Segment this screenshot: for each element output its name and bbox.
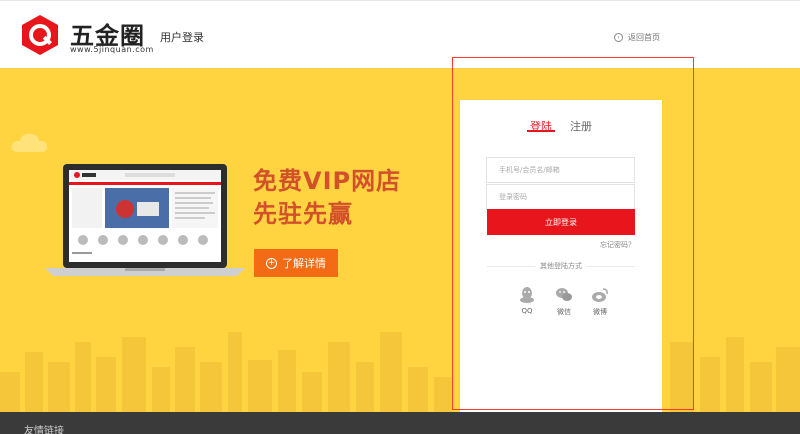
learn-more-button[interactable]: + 了解详情 <box>254 249 338 277</box>
qq-login-button[interactable]: QQ <box>515 286 539 315</box>
page-title: 用户登录 <box>160 31 204 44</box>
footer: 友情链接 <box>0 412 800 434</box>
learn-more-label: 了解详情 <box>282 257 326 270</box>
laptop-illustration <box>45 164 245 276</box>
header: 五金圈 www.5jinquan.com 用户登录 ‹ 返回首页 <box>0 0 800 68</box>
qq-icon <box>520 287 534 303</box>
login-panel: 登陆 注册 手机号/会员名/邮箱 登录密码 立即登录 忘记密码？ 其他登陆方式 … <box>460 100 662 412</box>
forgot-password-link[interactable]: 忘记密码？ <box>600 240 635 250</box>
password-input[interactable]: 登录密码 <box>486 184 635 210</box>
username-input[interactable]: 手机号/会员名/邮箱 <box>486 157 635 183</box>
plus-icon: + <box>266 257 277 269</box>
active-tab-indicator <box>527 130 555 132</box>
weibo-label: 微博 <box>593 308 607 316</box>
promo-headline: 免费VIP网店 <box>253 167 402 195</box>
wechat-icon <box>556 288 572 301</box>
login-tabs: 登陆 注册 <box>460 118 662 138</box>
weibo-icon <box>592 288 608 302</box>
back-arrow-icon: ‹ <box>614 33 623 42</box>
hero-banner: 免费VIP网店 先驻先赢 + 了解详情 <box>0 68 800 412</box>
city-skyline-decoration <box>0 332 800 412</box>
cloud-icon <box>11 133 48 152</box>
qq-label: QQ <box>521 307 533 315</box>
back-home-label: 返回首页 <box>628 33 660 42</box>
other-login-methods-label: 其他登陆方式 <box>535 261 587 271</box>
friendly-links-title: 友情链接 <box>24 426 64 434</box>
tab-register[interactable]: 注册 <box>570 118 592 134</box>
promo-subheadline: 先驻先赢 <box>253 200 353 228</box>
wechat-login-button[interactable]: 微信 <box>552 286 576 317</box>
back-home-link[interactable]: ‹ 返回首页 <box>614 32 660 43</box>
login-submit-button[interactable]: 立即登录 <box>487 209 635 235</box>
logo-icon[interactable] <box>18 13 62 57</box>
brand-url: www.5jinquan.com <box>70 45 154 54</box>
wechat-label: 微信 <box>557 308 571 316</box>
weibo-login-button[interactable]: 微博 <box>588 286 612 317</box>
